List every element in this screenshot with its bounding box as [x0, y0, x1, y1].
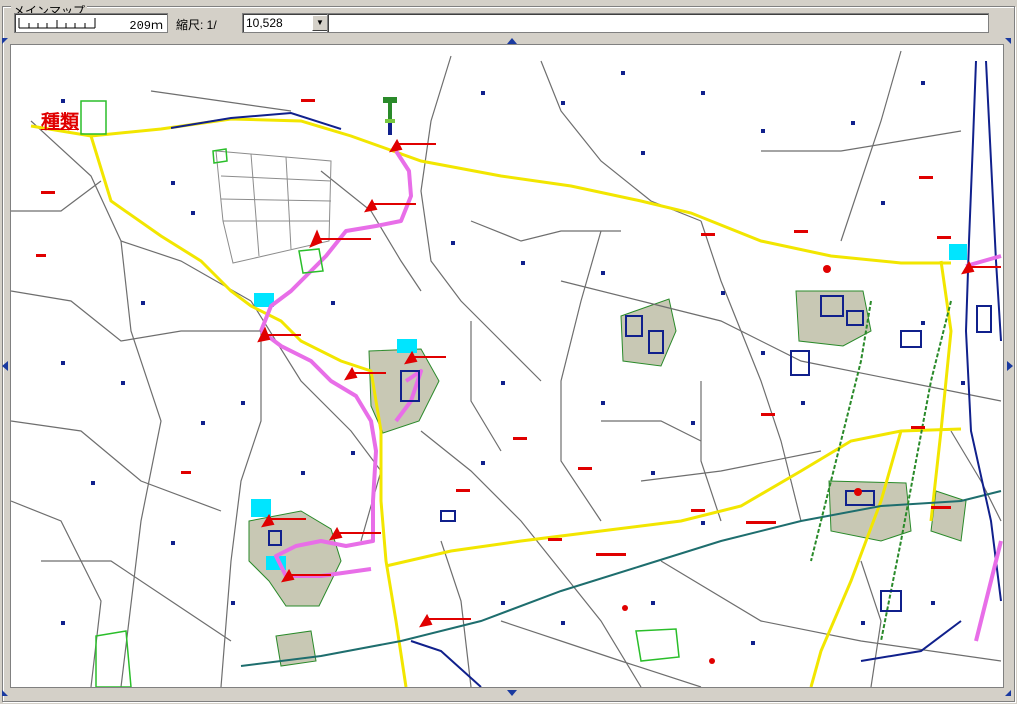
scale-ruler-icon — [18, 18, 96, 29]
map-toolbar: 209ｍ 縮尺: 1/ 10,528 ▼ — [14, 12, 994, 34]
map-canvas[interactable]: 種類 — [10, 44, 1004, 688]
scale-label: 縮尺: 1/ — [176, 18, 217, 32]
pan-down-icon[interactable] — [507, 690, 517, 696]
pan-up-right-icon[interactable] — [1005, 38, 1011, 44]
scale-distance: 209ｍ — [129, 19, 163, 33]
pan-left-icon[interactable] — [2, 361, 8, 371]
pan-down-left-icon[interactable] — [2, 690, 8, 696]
info-field[interactable] — [327, 13, 989, 33]
pan-up-left-icon[interactable] — [2, 38, 8, 44]
layer-title: 種類 — [41, 111, 80, 133]
scale-value: 10,528 — [246, 16, 283, 30]
pan-right-icon[interactable] — [1007, 361, 1013, 371]
chevron-down-icon[interactable]: ▼ — [312, 15, 328, 31]
scale-select[interactable]: 10,528 ▼ — [242, 13, 330, 33]
pan-down-right-icon[interactable] — [1005, 690, 1011, 696]
scale-bar: 209ｍ — [14, 13, 168, 33]
map-graphic[interactable] — [11, 45, 1003, 687]
